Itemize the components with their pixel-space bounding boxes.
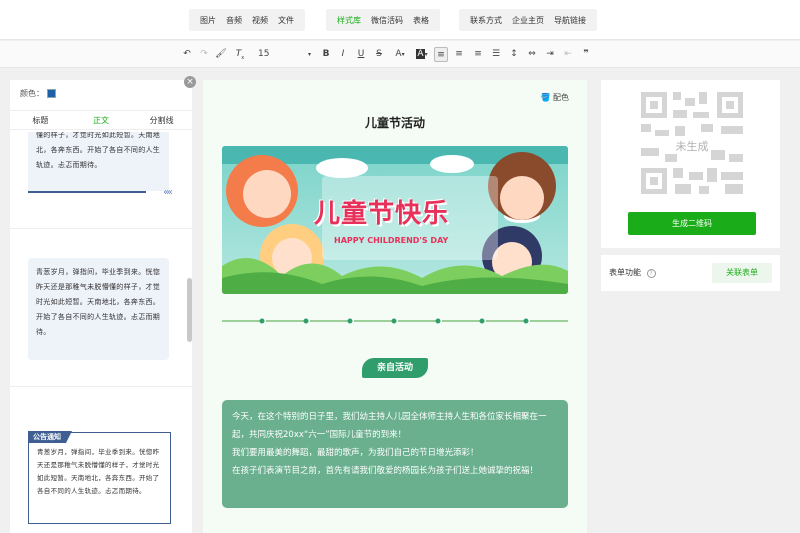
contact-info-button[interactable]: 联系方式 (465, 15, 507, 26)
color-swatch[interactable] (47, 89, 56, 98)
font-size-select[interactable]: 15 ▾ (258, 47, 313, 62)
redo-icon[interactable]: ↷ (198, 47, 210, 62)
list-divider (10, 228, 192, 229)
form-feature-label: 表单功能 (609, 268, 641, 277)
top-bar: 图片 音频 视频 文件 样式库 微信活码 表格 联系方式 企业主页 导航链接 (0, 0, 800, 40)
clear-format-icon[interactable]: Tx (234, 47, 246, 62)
template-card[interactable]: 公告通知 青葱岁月，弹指间，毕业季到来。恍惚昨天还是那稚气未脱懵懂的样子，才觉时… (28, 431, 171, 524)
form-feature-row: 表单功能 ? (609, 267, 656, 278)
qr-panel: 未生成 生成二维码 (601, 80, 780, 248)
undo-icon[interactable]: ↶ (181, 47, 193, 62)
template-panel: 颜色： 标题 正文 分割线 懂的样子，才觉时光如此短暂。天南地北，各奔东西。开始… (10, 80, 192, 533)
color-scheme-label: 配色 (553, 93, 569, 102)
template-card[interactable]: 青葱岁月，弹指间，毕业季到来。恍惚昨天还是那稚气未脱懵懂的样子，才觉时光如此短暂… (28, 258, 169, 360)
italic-icon[interactable]: I (337, 47, 349, 62)
insert-image-button[interactable]: 图片 (195, 15, 221, 26)
info-insert-group: 联系方式 企业主页 导航链接 (459, 9, 597, 31)
background-color-icon[interactable]: A▾ (413, 47, 431, 62)
insert-table-button[interactable]: 表格 (408, 15, 434, 26)
article-title[interactable]: 儿童节活动 (203, 114, 587, 131)
color-scheme-button[interactable]: 🪣 配色 (540, 92, 569, 103)
banner-image[interactable]: 儿童节快乐 HAPPY CHILDREND'S DAY (222, 146, 568, 294)
tab-body[interactable]: 正文 (71, 111, 132, 129)
format-brush-icon[interactable]: 🖌 (215, 47, 227, 62)
quote-icon[interactable]: ❞ (580, 47, 592, 62)
tab-title[interactable]: 标题 (10, 111, 71, 129)
color-label: 颜色： (20, 89, 44, 98)
insert-file-button[interactable]: 文件 (273, 15, 299, 26)
media-insert-group: 图片 音频 视频 文件 (189, 9, 305, 31)
tab-divider[interactable]: 分割线 (131, 111, 192, 129)
format-toolbar: ↶ ↷ 🖌 Tx 15 ▾ B I U S A▾ A▾ ≡ ≡ ≡ ☰ ↕ ⇔ ⇥… (0, 41, 800, 68)
template-panel-scrollbar[interactable] (187, 278, 192, 342)
card-underline (28, 191, 146, 193)
list-divider (10, 386, 192, 387)
generate-qr-button[interactable]: 生成二维码 (628, 212, 756, 235)
font-color-icon[interactable]: A▾ (391, 47, 409, 62)
close-panel-icon[interactable]: × (184, 76, 196, 88)
decorative-divider (222, 318, 568, 324)
align-justify-icon[interactable]: ☰ (490, 47, 502, 62)
paragraph: 在孩子们表演节目之前，首先有请我们敬爱的杨园长为孩子们送上她诚挚的祝福！ (232, 466, 539, 476)
help-icon[interactable]: ? (646, 269, 656, 278)
align-right-icon[interactable]: ≡ (472, 47, 484, 62)
paint-bucket-icon: 🪣 (540, 93, 551, 102)
outdent-icon[interactable]: ⇤ (562, 47, 574, 62)
link-form-button[interactable]: 关联表单 (712, 263, 772, 283)
company-homepage-button[interactable]: 企业主页 (507, 15, 549, 26)
paragraph: 今天，在这个特别的日子里，我们幼主持人儿园全体师主持人生和各位家长相聚在一起，共… (232, 412, 547, 440)
template-card-text: 青葱岁月，弹指间，毕业季到来。恍惚昨天还是那稚气未脱懵懂的样子，才觉时光如此短暂… (37, 448, 160, 495)
align-left-icon[interactable]: ≡ (434, 47, 448, 62)
paragraph: 我们要用最美的舞蹈，最甜的歌声，为我们自己的节日增光添彩！ (232, 448, 479, 458)
template-card-text: 青葱岁月，弹指间，毕业季到来。恍惚昨天还是那稚气未脱懵懂的样子，才觉时光如此短暂… (36, 268, 161, 336)
letter-spacing-icon[interactable]: ⇔ (526, 47, 538, 62)
line-height-icon[interactable]: ↕ (508, 47, 520, 62)
font-size-value: 15 (258, 49, 270, 59)
article-editor[interactable]: 🪣 配色 儿童节活动 儿童节快乐 HAPPY CHILDREND'S DAY 亲… (203, 80, 587, 533)
form-panel: 表单功能 ? 关联表单 (601, 255, 780, 291)
notice-label: 公告通知 (28, 431, 72, 443)
qr-status-text: 未生成 (675, 140, 709, 153)
nav-link-button[interactable]: 导航链接 (549, 15, 591, 26)
style-library-button[interactable]: 样式库 (332, 15, 366, 26)
article-textbox[interactable]: 今天，在这个特别的日子里，我们幼主持人儿园全体师主持人生和各位家长相聚在一起，共… (222, 400, 568, 508)
template-list: 懂的样子，才觉时光如此短暂。天南地北，各奔东西。开始了各自不同的人生轨迹。忐忑而… (10, 132, 192, 533)
align-center-icon[interactable]: ≡ (453, 47, 465, 62)
bold-icon[interactable]: B (320, 47, 332, 62)
wechat-live-code-button[interactable]: 微信活码 (366, 15, 408, 26)
chevron-down-icon: ▾ (307, 51, 311, 58)
chevron-arrows-icon: ‹‹‹‹ (163, 187, 173, 198)
underline-icon[interactable]: U (355, 47, 367, 62)
template-card-text: 懂的样子，才觉时光如此短暂。天南地北，各奔东西。开始了各自不同的人生轨迹。忐忑而… (36, 132, 161, 169)
indent-icon[interactable]: ⇥ (544, 47, 556, 62)
color-picker-row: 颜色： (20, 88, 56, 99)
strikethrough-icon[interactable]: S (373, 47, 385, 62)
insert-video-button[interactable]: 视频 (247, 15, 273, 26)
style-insert-group: 样式库 微信活码 表格 (326, 9, 440, 31)
section-heading[interactable]: 亲自活动 (362, 358, 428, 378)
template-card[interactable]: 懂的样子，才觉时光如此短暂。天南地北，各奔东西。开始了各自不同的人生轨迹。忐忑而… (28, 132, 173, 198)
qr-code-placeholder: 未生成 (641, 92, 743, 194)
template-tabs: 标题 正文 分割线 (10, 110, 192, 130)
banner-title: 儿童节快乐 (314, 199, 450, 229)
banner-subtitle: HAPPY CHILDREND'S DAY (334, 236, 449, 245)
insert-audio-button[interactable]: 音频 (221, 15, 247, 26)
